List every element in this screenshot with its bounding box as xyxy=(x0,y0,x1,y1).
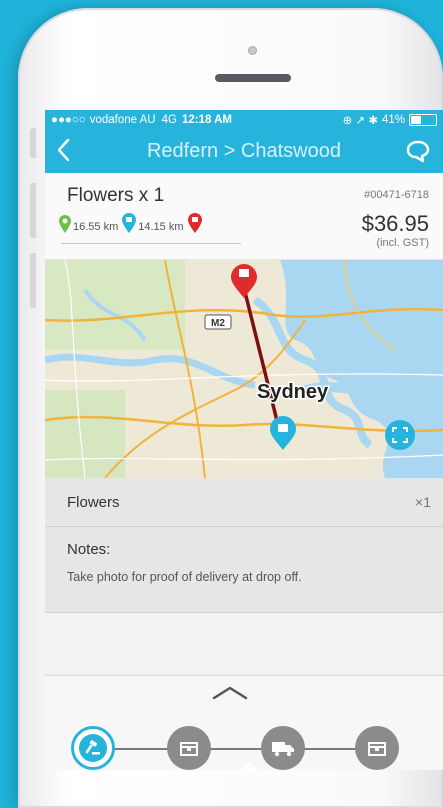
network-type: 4G xyxy=(161,114,177,126)
city-label: Sydney xyxy=(257,381,329,403)
chevron-up-icon[interactable] xyxy=(210,684,250,702)
route-map[interactable]: M2 Sydney xyxy=(45,260,443,478)
delivery-progress-panel[interactable] xyxy=(45,675,443,770)
front-camera xyxy=(248,46,257,55)
chat-bubble-icon xyxy=(406,140,430,163)
chevron-left-icon xyxy=(57,138,70,162)
distance-row: 16.55 km 14.15 km xyxy=(59,213,202,233)
driver-pin-icon xyxy=(59,215,71,233)
order-summary: Flowers x 1 #00471-6718 16.55 km 14.15 k… xyxy=(45,173,443,260)
battery-icon xyxy=(409,114,437,126)
package-icon xyxy=(368,742,386,756)
pickup-pin-icon xyxy=(187,213,202,233)
step-bid[interactable] xyxy=(71,726,115,770)
volume-down-button xyxy=(30,253,36,308)
status-bar: ●●●○○ vodafone AU 4G 12:18 AM ⊕ ↗ ✱ 41% xyxy=(45,110,443,130)
truck-icon xyxy=(272,742,294,757)
active-step-pointer xyxy=(235,762,263,770)
notes-title: Notes: xyxy=(67,541,111,558)
step-delivered[interactable] xyxy=(355,726,399,770)
notes-section: Notes: Take photo for proof of delivery … xyxy=(45,527,443,613)
progress-track xyxy=(95,748,395,750)
nav-bar: Redfern > Chatswood xyxy=(45,130,443,173)
notes-text: Take photo for proof of delivery at drop… xyxy=(67,570,302,584)
mute-switch xyxy=(30,128,36,158)
fullscreen-button[interactable] xyxy=(385,420,415,450)
step-pickup[interactable] xyxy=(167,726,211,770)
distance-to-pickup: 16.55 km xyxy=(73,221,119,233)
carrier-name: vodafone AU xyxy=(89,114,156,126)
status-icons: ⊕ ↗ ✱ xyxy=(342,115,378,127)
app-screen: ●●●○○ vodafone AU 4G 12:18 AM ⊕ ↗ ✱ 41% … xyxy=(45,110,443,770)
back-button[interactable] xyxy=(55,137,71,170)
distance-divider xyxy=(61,243,241,244)
earpiece-speaker xyxy=(215,74,291,82)
gavel-icon xyxy=(85,740,100,755)
order-id: #00471-6718 xyxy=(364,189,429,201)
clock: 12:18 AM xyxy=(181,114,233,126)
status-right: ⊕ ↗ ✱ 41% xyxy=(343,113,437,127)
road-label: M2 xyxy=(211,318,225,329)
distance-to-dropoff: 14.15 km xyxy=(138,221,184,233)
order-price: $36.95 xyxy=(361,211,429,236)
item-row: Flowers ×1 xyxy=(45,478,443,527)
item-quantity: ×1 xyxy=(415,494,431,510)
battery-percent: 41% xyxy=(381,114,405,126)
route-title: Redfern > Chatswood xyxy=(146,140,341,162)
package-icon xyxy=(180,742,198,756)
order-item-title: Flowers x 1 xyxy=(67,185,165,206)
price-tax-note: (incl. GST) xyxy=(376,237,429,249)
volume-up-button xyxy=(30,183,36,238)
item-name: Flowers xyxy=(67,493,120,511)
step-in-transit[interactable] xyxy=(261,726,305,770)
chat-button[interactable] xyxy=(405,139,431,169)
dropoff-pin-icon xyxy=(122,213,137,233)
map-canvas: M2 Sydney xyxy=(45,260,443,478)
signal-strength: ●●●○○ xyxy=(51,114,86,126)
